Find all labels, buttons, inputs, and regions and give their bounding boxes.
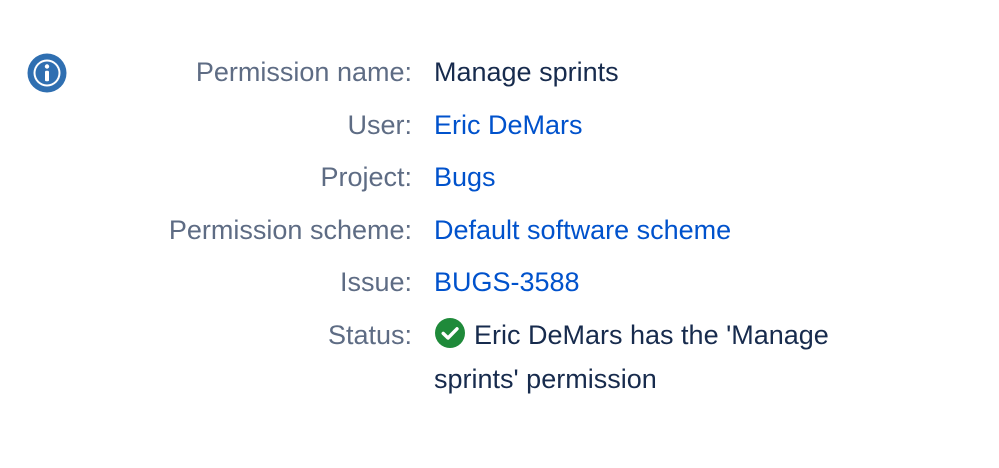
user-label: User:	[347, 110, 412, 140]
check-circle-icon	[434, 317, 466, 349]
project-link[interactable]: Bugs	[434, 160, 496, 194]
permission-scheme-link[interactable]: Default software scheme	[434, 213, 731, 247]
status-text: Eric DeMars has the 'Manage sprints' per…	[434, 320, 829, 394]
issue-label: Issue:	[339, 267, 412, 297]
issue-link[interactable]: BUGS-3588	[434, 265, 580, 299]
permission-scheme-label: Permission scheme:	[168, 215, 412, 245]
status-value: Eric DeMars has the 'Manage sprints' per…	[434, 313, 904, 401]
permission-name-label: Permission name:	[195, 57, 412, 87]
permission-name-value: Manage sprints	[434, 57, 619, 87]
status-label: Status:	[327, 320, 412, 350]
info-icon	[26, 52, 68, 94]
permission-helper-result: Permission name: Manage sprints User: Er…	[0, 0, 999, 468]
project-label: Project:	[320, 162, 412, 192]
user-link[interactable]: Eric DeMars	[434, 108, 583, 142]
